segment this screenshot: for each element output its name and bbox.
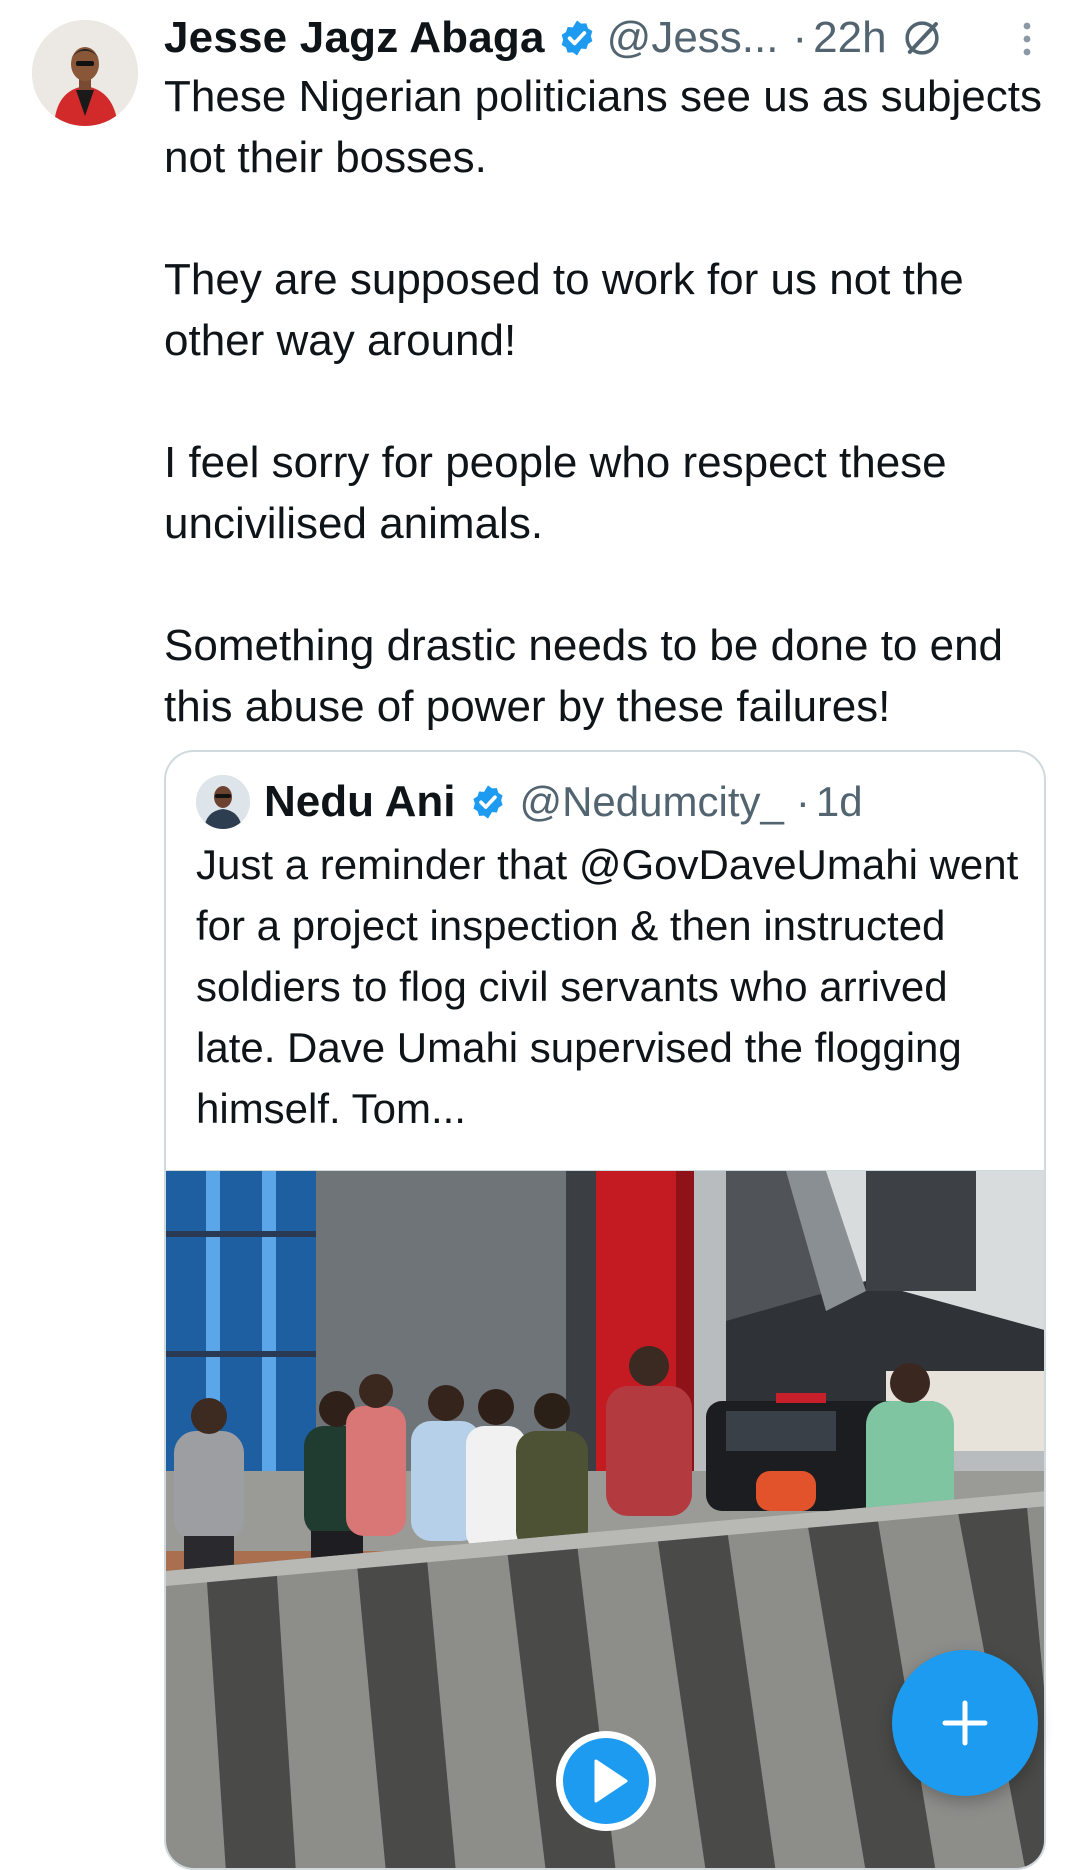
- compose-button[interactable]: [892, 1650, 1038, 1796]
- tweet-header: Jesse Jagz Abaga @Jess... · 22h: [164, 8, 1064, 68]
- tweet-paragraph: I feel sorry for people who respect thes…: [164, 438, 947, 548]
- quoted-tweet-header: Nedu Ani @Nedumcity_ · 1d: [196, 772, 863, 832]
- plus-icon: [942, 1700, 988, 1746]
- tweet-text: These Nigerian politicians see us as sub…: [164, 66, 1064, 737]
- author-name[interactable]: Jesse Jagz Abaga: [164, 13, 545, 63]
- separator-dot: ·: [795, 778, 810, 825]
- verified-badge-icon: [473, 785, 504, 819]
- tweet-paragraph: They are supposed to work for us not the…: [164, 255, 964, 365]
- play-icon[interactable]: [554, 1729, 658, 1833]
- tweet-paragraph: These Nigerian politicians see us as sub…: [164, 72, 1043, 182]
- author-avatar[interactable]: [32, 20, 138, 126]
- quoted-author-handle[interactable]: @Nedumcity_: [519, 778, 783, 826]
- verified-badge-icon: [561, 20, 593, 56]
- separator-dot: ·: [792, 13, 808, 62]
- tweet-timestamp[interactable]: 22h: [813, 13, 886, 63]
- tweet-paragraph: Something drastic needs to be done to en…: [164, 621, 1004, 731]
- quoted-author-name[interactable]: Nedu Ani: [264, 777, 455, 827]
- more-options-icon[interactable]: [1012, 14, 1042, 64]
- author-handle[interactable]: @Jess...: [607, 13, 779, 63]
- quoted-tweet-text: Just a reminder that @GovDaveUmahi went …: [196, 841, 1019, 1132]
- quoted-author-avatar[interactable]: [196, 775, 250, 829]
- quoted-tweet-timestamp[interactable]: 1d: [816, 778, 863, 826]
- edit-history-icon[interactable]: [901, 17, 943, 59]
